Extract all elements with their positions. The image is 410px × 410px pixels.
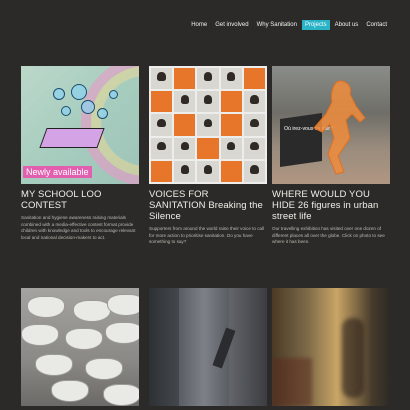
- bubble: [53, 88, 65, 100]
- card-title[interactable]: WHERE WOULD YOU HIDE 26 figures in urban…: [272, 189, 390, 222]
- bubble: [71, 84, 87, 100]
- project-image-voices[interactable]: [149, 66, 267, 184]
- photo-tile: [220, 160, 242, 182]
- photo-tile: [243, 160, 265, 182]
- toilet-shape: [51, 380, 89, 402]
- photo-tile: [151, 91, 173, 113]
- toilet-shape: [73, 300, 111, 322]
- blurred-person-shape: [342, 318, 364, 398]
- project-card-school-loo[interactable]: Newly available MY SCHOOL LOO CONTEST Sa…: [21, 66, 139, 241]
- main-nav: Home Get involved Why Sanitation Project…: [186, 20, 390, 30]
- toilet-shape: [27, 296, 65, 318]
- nav-home[interactable]: Home: [188, 20, 210, 30]
- toilet-shape: [103, 384, 139, 406]
- nav-contact[interactable]: Contact: [363, 20, 390, 30]
- nav-get-involved[interactable]: Get involved: [212, 20, 251, 30]
- card-title[interactable]: VOICES FOR SANITATION Breaking the Silen…: [149, 189, 267, 222]
- photo-tile: [151, 160, 173, 182]
- photo-tile: [243, 91, 265, 113]
- photo-tile: [174, 160, 196, 182]
- bubble: [109, 90, 118, 99]
- card-description: Supporters from around the world raise t…: [149, 226, 265, 244]
- card-description: Our travelling exhibition has visited ov…: [272, 226, 385, 244]
- toilet-shape: [105, 322, 139, 344]
- photo-tile: [220, 91, 242, 113]
- photo-tile: [197, 114, 219, 136]
- photo-tile: [243, 114, 265, 136]
- photo-tile: [243, 137, 265, 159]
- photo-tile: [220, 114, 242, 136]
- bubble: [61, 106, 71, 116]
- toilet-shape: [65, 328, 103, 350]
- toilet-shape: [85, 358, 123, 380]
- project-card-voices[interactable]: VOICES FOR SANITATION Breaking the Silen…: [149, 66, 267, 246]
- crouching-figure-illustration: [313, 80, 366, 175]
- project-image-school-loo[interactable]: Newly available: [21, 66, 139, 184]
- nav-why-sanitation[interactable]: Why Sanitation: [254, 20, 300, 30]
- soap-box: [39, 128, 105, 148]
- bubble: [81, 100, 95, 114]
- project-image-street[interactable]: [272, 288, 390, 406]
- toilet-shape: [21, 324, 59, 346]
- project-card-street[interactable]: [272, 288, 390, 406]
- card-description: Sanitation and hygiene awareness raising…: [21, 215, 136, 240]
- photo-tile: [197, 160, 219, 182]
- photo-tile: [243, 68, 265, 90]
- card-title[interactable]: MY SCHOOL LOO CONTEST: [21, 189, 139, 211]
- toilet-shape: [107, 294, 139, 316]
- toilet-shape: [35, 354, 73, 376]
- photo-tile: [151, 114, 173, 136]
- photo-tile: [151, 137, 173, 159]
- nav-about-us[interactable]: About us: [332, 20, 362, 30]
- photo-tile: [174, 137, 196, 159]
- project-image-where-hide[interactable]: Où irez-vous ce soir?: [272, 66, 390, 184]
- project-card-where-hide[interactable]: Où irez-vous ce soir? WHERE WOULD YOU HI…: [272, 66, 390, 246]
- photo-tile: [197, 68, 219, 90]
- nav-projects[interactable]: Projects: [301, 20, 330, 30]
- photo-tile: [174, 68, 196, 90]
- photo-tile: [174, 91, 196, 113]
- new-badge: Newly available: [23, 166, 92, 178]
- project-image-toilets[interactable]: [21, 288, 139, 406]
- project-card-toilets[interactable]: [21, 288, 139, 406]
- photo-tile: [151, 68, 173, 90]
- bubble: [97, 108, 108, 119]
- photo-tile: [174, 114, 196, 136]
- photo-tile: [197, 91, 219, 113]
- blurred-foreground-shape: [272, 358, 312, 406]
- photo-tile: [197, 137, 219, 159]
- photo-tile: [220, 137, 242, 159]
- project-card-suits[interactable]: [149, 288, 267, 406]
- photo-tile: [220, 68, 242, 90]
- project-image-suits[interactable]: [149, 288, 267, 406]
